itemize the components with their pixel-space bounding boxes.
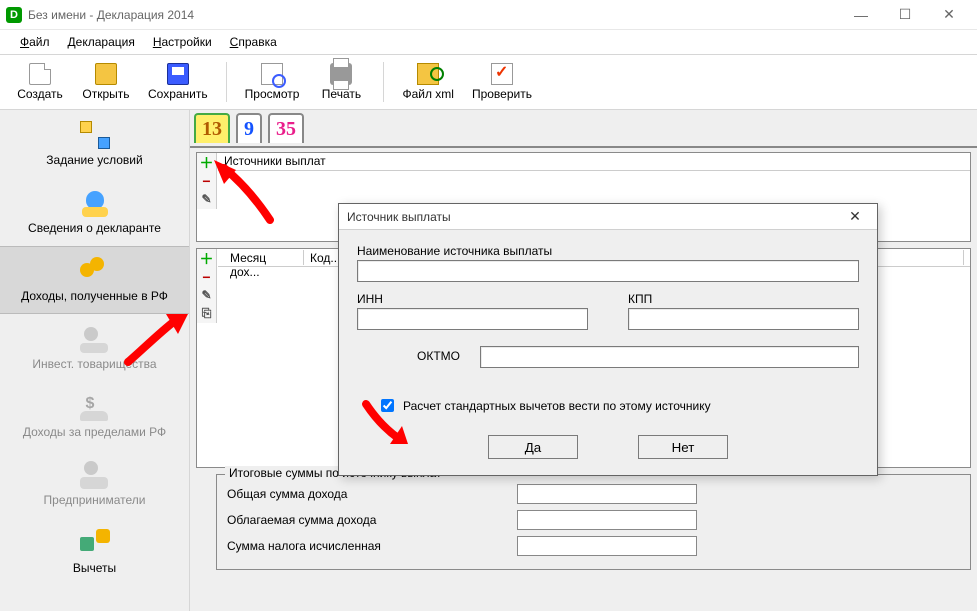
kpp-input[interactable] [628,308,859,330]
print-button[interactable]: Печать [311,58,371,106]
totals-group: Итоговые суммы по источнику выплат Общая… [216,474,971,570]
inn-label: ИНН [357,292,588,306]
open-button[interactable]: Открыть [76,58,136,106]
edit-source-button[interactable]: ✎ [199,191,215,207]
menu-file[interactable]: Файл [12,33,58,51]
save-icon [167,63,189,85]
total-income-label: Общая сумма дохода [227,487,507,501]
new-file-icon [29,63,51,85]
check-button[interactable]: Проверить [466,58,538,106]
no-button[interactable]: Нет [638,435,728,459]
std-deduction-checkbox[interactable] [381,399,394,412]
print-icon [330,63,352,85]
dialog-close-button[interactable]: ✕ [841,208,869,225]
maximize-button[interactable]: ☐ [883,1,927,29]
edit-month-button[interactable]: ✎ [199,287,215,303]
remove-source-button[interactable]: − [199,173,215,189]
dialog-titlebar[interactable]: Источник выплаты ✕ [339,204,877,230]
save-button[interactable]: Сохранить [142,58,214,106]
sidebar-item-deductions[interactable]: Вычеты [0,518,189,586]
sidebar-item-entrepreneurs[interactable]: Предприниматели [0,450,189,518]
declarant-icon [80,189,110,217]
total-income-input[interactable] [517,484,697,504]
taxable-income-label: Облагаемая сумма дохода [227,513,507,527]
window-title: Без имени - Декларация 2014 [28,8,839,22]
sources-toolbar: ＋ − ✎ [197,153,217,209]
new-button[interactable]: Создать [10,58,70,106]
add-source-button[interactable]: ＋ [199,155,215,171]
oktmo-input[interactable] [480,346,859,368]
menu-declaration[interactable]: Декларация [60,33,143,51]
xml-icon [417,63,439,85]
money-bag-icon [80,393,110,421]
sidebar-item-declarant[interactable]: Сведения о декларанте [0,178,189,246]
minimize-button[interactable]: — [839,1,883,29]
sidebar: Задание условий Сведения о декларанте До… [0,110,190,611]
preview-button[interactable]: Просмотр [239,58,306,106]
sidebar-item-abroad[interactable]: Доходы за пределами РФ [0,382,189,450]
deductions-icon [80,529,110,557]
title-bar: D Без имени - Декларация 2014 — ☐ ✕ [0,0,977,30]
toolbar: Создать Открыть Сохранить Просмотр Печат… [0,54,977,110]
tax-calculated-label: Сумма налога исчисленная [227,539,507,553]
menu-settings[interactable]: Настройки [145,33,220,51]
rate-tabs: 13 9 35 [190,110,977,148]
sidebar-item-invest[interactable]: Инвест. товарищества [0,314,189,382]
folder-open-icon [95,63,117,85]
name-label: Наименование источника выплаты [357,244,859,258]
coins-icon [80,257,110,285]
entrepreneur-icon [80,461,110,489]
source-dialog: Источник выплаты ✕ Наименование источник… [338,203,878,476]
copy-month-button[interactable]: ⎘ [199,305,215,321]
xml-button[interactable]: Файл xml [396,58,460,106]
sidebar-item-conditions[interactable]: Задание условий [0,110,189,178]
sidebar-item-income-rf[interactable]: Доходы, полученные в РФ [0,246,189,314]
yes-button[interactable]: Да [488,435,578,459]
invest-icon [80,325,110,353]
remove-month-button[interactable]: − [199,269,215,285]
sources-header: Источники выплат [218,153,970,171]
name-input[interactable] [357,260,859,282]
preview-icon [261,63,283,85]
toolbar-separator [383,62,384,102]
std-deduction-label: Расчет стандартных вычетов вести по этом… [403,399,711,413]
tax-calculated-input[interactable] [517,536,697,556]
toolbar-separator [226,62,227,102]
conditions-icon [80,121,110,149]
menu-bar: Файл Декларация Настройки Справка [0,30,977,54]
inn-input[interactable] [357,308,588,330]
rate-tab-13[interactable]: 13 [194,113,230,143]
menu-help[interactable]: Справка [222,33,285,51]
dialog-title: Источник выплаты [347,210,841,224]
close-button[interactable]: ✕ [927,1,971,29]
rate-tab-9[interactable]: 9 [236,113,262,143]
kpp-label: КПП [628,292,859,306]
rate-tab-35[interactable]: 35 [268,113,304,143]
app-icon: D [6,7,22,23]
months-toolbar: ＋ − ✎ ⎘ [197,249,217,323]
taxable-income-input[interactable] [517,510,697,530]
col-month: Месяц дох... [224,250,304,265]
check-icon [491,63,513,85]
oktmo-label: ОКТМО [417,349,460,363]
add-month-button[interactable]: ＋ [199,251,215,267]
